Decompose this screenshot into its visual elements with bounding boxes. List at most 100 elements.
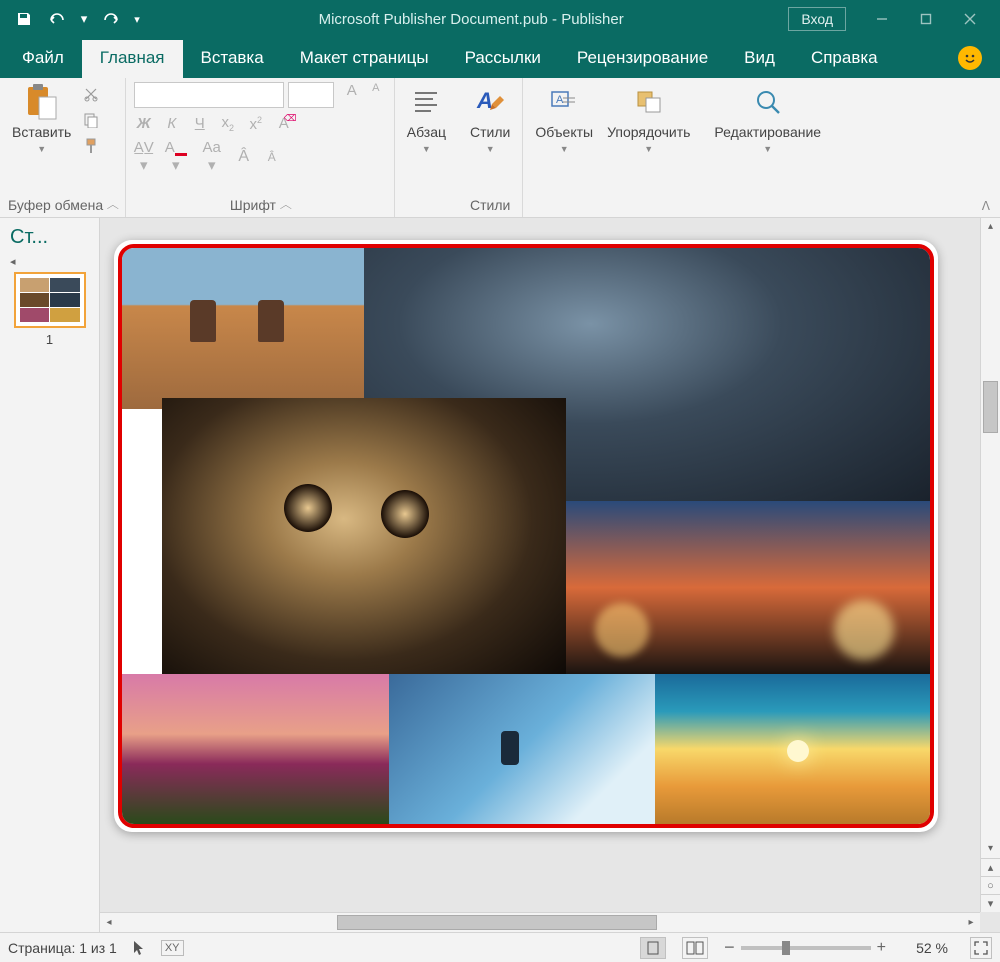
tab-home[interactable]: Главная (82, 40, 183, 78)
tab-review[interactable]: Рецензирование (559, 40, 726, 78)
font-family-select[interactable] (134, 82, 284, 108)
zoom-slider[interactable]: − + (724, 937, 886, 958)
paste-icon (24, 84, 60, 120)
grow-font-button[interactable]: A (342, 82, 362, 108)
zoom-level[interactable]: 52 % (902, 940, 948, 956)
two-page-enabose-view-button[interactable] (682, 937, 708, 959)
format-painter-button[interactable] (81, 136, 101, 156)
arrange-button[interactable]: Упорядочить ▼ (603, 82, 694, 156)
paragraph-label: Абзац (407, 124, 446, 140)
redo-button[interactable] (96, 5, 124, 33)
ribbon-tabs: Файл Главная Вставка Макет страницы Расс… (0, 38, 1000, 78)
font-size-select[interactable] (288, 82, 334, 108)
page-navigation-panel: Ст... ◂ 1 (0, 218, 100, 932)
undo-dropdown-icon[interactable]: ▾ (78, 5, 90, 33)
publication-page[interactable] (114, 240, 938, 832)
tab-file[interactable]: Файл (4, 40, 82, 78)
font-group-label[interactable]: Шрифт (134, 194, 386, 215)
image-sunset[interactable] (655, 674, 930, 824)
save-icon[interactable] (10, 5, 38, 33)
zoom-in-button[interactable]: + (877, 939, 886, 957)
image-tulips[interactable] (122, 674, 389, 824)
objects-button[interactable]: A Объекты ▼ (531, 82, 597, 156)
scroll-up-arrow[interactable]: ▴ (981, 218, 1000, 236)
superscript-button[interactable]: x2 (246, 115, 266, 133)
chevron-down-icon: ▼ (763, 144, 772, 154)
shrink-font-button[interactable]: A (366, 82, 386, 108)
arrange-label: Упорядочить (607, 124, 690, 140)
arrange-icon (631, 84, 667, 120)
coordinates-icon[interactable]: XY (161, 940, 184, 956)
bold-button[interactable]: Ж (134, 115, 154, 132)
styles-icon: A (472, 84, 508, 120)
tab-page-layout[interactable]: Макет страницы (282, 40, 447, 78)
tab-mailings[interactable]: Рассылки (447, 40, 559, 78)
page-indicator[interactable]: Страница: 1 из 1 (8, 940, 117, 956)
undo-button[interactable] (44, 5, 72, 33)
subscript-button[interactable]: x2 (218, 114, 238, 133)
quick-access-toolbar: ▾ ▾ (0, 5, 154, 33)
image-cheetah[interactable] (162, 398, 566, 686)
qat-customize-icon[interactable]: ▾ (130, 5, 144, 33)
chevron-down-icon: ▼ (486, 144, 495, 154)
paste-button[interactable]: Вставить ▼ (8, 82, 75, 156)
font-shrink-alt[interactable]: Â (262, 150, 282, 164)
vscroll-thumb[interactable] (983, 381, 998, 433)
panel-collapse-icon[interactable]: ◂ (6, 255, 93, 268)
close-button[interactable] (950, 5, 990, 33)
workspace: Ст... ◂ 1 (0, 218, 1000, 932)
styles-label: Стили (470, 124, 510, 140)
zoom-thumb[interactable] (782, 941, 790, 955)
font-color-button[interactable]: A ▾ (162, 139, 190, 174)
group-paragraph: Абзац ▼ (395, 78, 458, 217)
cut-button[interactable] (81, 84, 101, 104)
pointer-mode-icon[interactable] (133, 940, 145, 956)
group-font: A A Ж К Ч x2 x2 A⌫ A̲V̲ ▾ A ▾ Aa ▾ Â (126, 78, 395, 217)
group-clipboard: Вставить ▼ Буфер обмена (0, 78, 126, 217)
paragraph-button[interactable]: Абзац ▼ (403, 82, 450, 156)
scroll-right-arrow[interactable]: ▸ (962, 913, 980, 932)
font-grow-alt[interactable]: Â (234, 148, 254, 166)
copy-button[interactable] (81, 110, 101, 130)
underline-button[interactable]: Ч (190, 115, 210, 132)
zoom-track[interactable] (741, 946, 871, 950)
editing-button[interactable]: Редактирование ▼ (710, 82, 825, 156)
scroll-down-arrow[interactable]: ▾ (981, 840, 1000, 858)
search-icon (750, 84, 786, 120)
group-styles: A Стили ▼ Стили (458, 78, 523, 217)
clipboard-group-label[interactable]: Буфер обмена (8, 194, 117, 215)
tab-help[interactable]: Справка (793, 40, 896, 78)
image-surfer[interactable] (389, 674, 656, 824)
styles-button[interactable]: A Стили ▼ (466, 82, 514, 156)
zoom-out-button[interactable]: − (724, 937, 735, 958)
prev-page-nav[interactable]: ▴ (981, 858, 1000, 876)
single-page-view-button[interactable] (640, 937, 666, 959)
minimize-button[interactable] (862, 5, 902, 33)
image-desert[interactable] (122, 248, 364, 409)
sign-in-button[interactable]: Вход (788, 7, 846, 31)
tab-insert[interactable]: Вставка (183, 40, 282, 78)
italic-button[interactable]: К (162, 115, 182, 132)
selection-frame (118, 244, 934, 828)
hscroll-thumb[interactable] (337, 915, 657, 930)
page-nav-icon[interactable]: ○ (981, 876, 1000, 894)
feedback-smiley-icon[interactable] (958, 46, 982, 70)
tab-view[interactable]: Вид (726, 40, 793, 78)
fit-to-window-button[interactable] (970, 937, 992, 959)
page-thumbnail[interactable] (14, 272, 86, 328)
clear-formatting-button[interactable]: A⌫ (274, 115, 294, 132)
image-bokeh[interactable] (566, 501, 930, 674)
chevron-down-icon: ▼ (644, 144, 653, 154)
vertical-scrollbar[interactable]: ▴ ▾ ▴ ○ ▾ (980, 218, 1000, 912)
change-case-button[interactable]: Aa ▾ (198, 139, 226, 174)
maximize-button[interactable] (906, 5, 946, 33)
editing-label: Редактирование (714, 124, 821, 140)
horizním- -scrollbar[interactable]: ◂ ▸ (100, 912, 980, 932)
group-editing: Редактирование ▼ (702, 78, 833, 217)
objects-group-label (531, 194, 694, 215)
next-page-nav[interactable]: ▾ (981, 894, 1000, 912)
ribbon: Вставить ▼ Буфер обмена (0, 78, 1000, 218)
collapse-ribbon-button[interactable]: ᐱ (972, 195, 1000, 217)
character-spacing-button[interactable]: A̲V̲ ▾ (134, 139, 154, 174)
scroll-left-arrow[interactable]: ◂ (100, 913, 118, 932)
